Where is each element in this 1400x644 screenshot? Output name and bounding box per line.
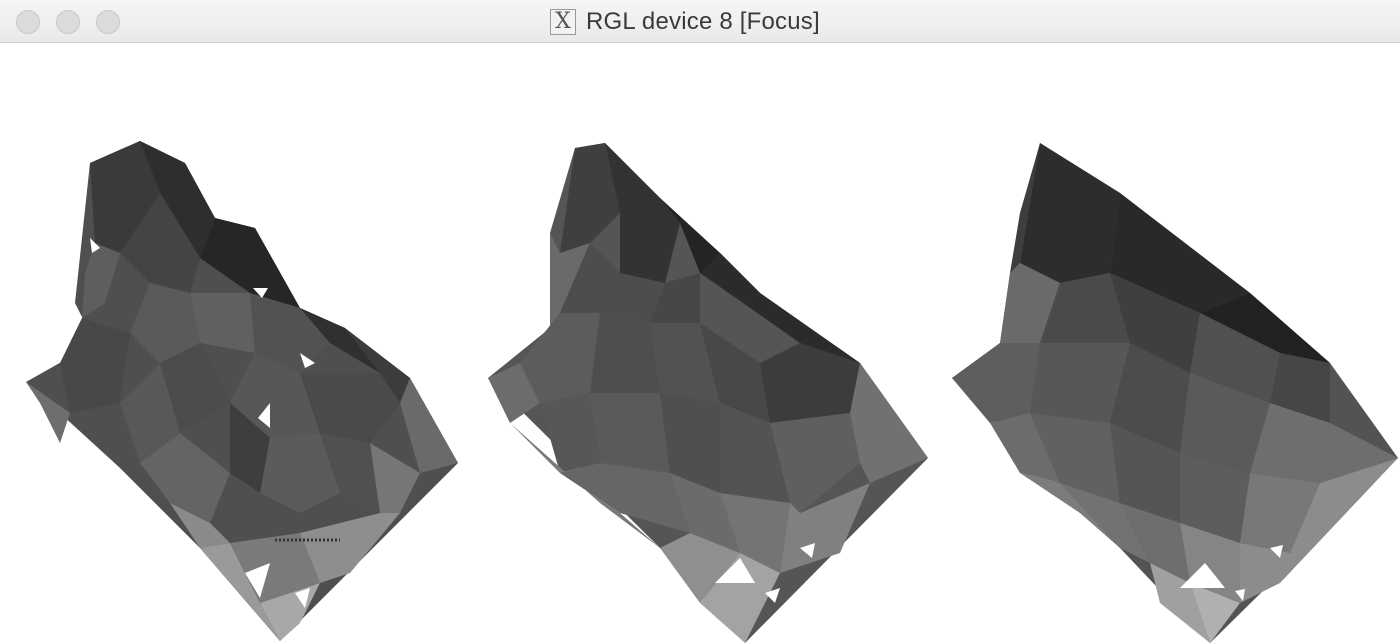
minimize-button[interactable] [56, 10, 80, 34]
rgl-canvas[interactable] [0, 43, 1400, 644]
close-button[interactable] [16, 10, 40, 34]
scene-svg[interactable] [0, 43, 1400, 644]
zoom-button[interactable] [96, 10, 120, 34]
window-title-group: X RGL device 8 [Focus] [550, 0, 820, 43]
surface-high-detail[interactable] [26, 141, 458, 641]
surface-medium-detail[interactable] [488, 143, 928, 643]
x11-icon: X [550, 8, 576, 35]
window-title: RGL device 8 [Focus] [586, 7, 820, 35]
surface-low-detail[interactable] [952, 143, 1398, 643]
rgl-window: X RGL device 8 [Focus] [0, 0, 1400, 644]
title-bar[interactable]: X RGL device 8 [Focus] [0, 0, 1400, 43]
